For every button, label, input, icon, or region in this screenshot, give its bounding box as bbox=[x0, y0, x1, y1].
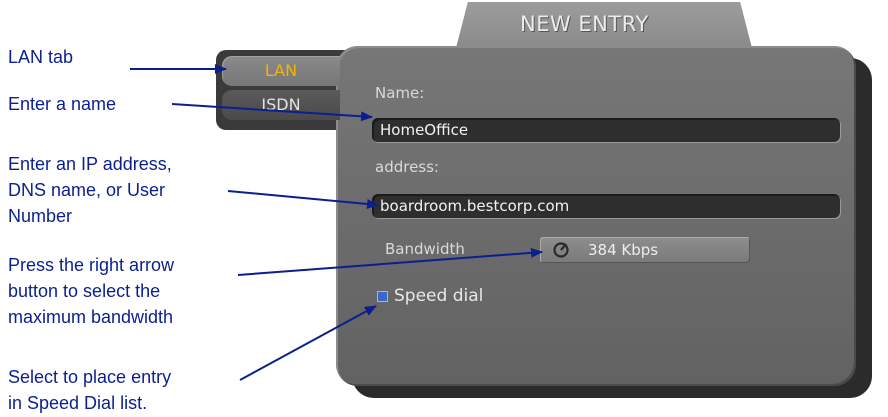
name-label: Name: bbox=[375, 84, 425, 102]
dialog-title: NEW ENTRY bbox=[520, 12, 649, 36]
callout-enter-name: Enter a name bbox=[8, 94, 117, 114]
speed-dial-label: Speed dial bbox=[394, 286, 484, 306]
dial-icon bbox=[553, 242, 569, 258]
callout-bw-line3: maximum bandwidth bbox=[8, 307, 174, 327]
address-label: address: bbox=[375, 158, 439, 176]
address-field[interactable]: boardroom.bestcorp.com bbox=[372, 194, 840, 218]
callout-bw-line2: button to select the bbox=[8, 281, 161, 301]
speed-dial-checkbox[interactable] bbox=[377, 291, 388, 302]
callout-ip-line3: Number bbox=[8, 206, 73, 226]
tab-isdn[interactable]: ISDN bbox=[222, 90, 340, 120]
bandwidth-label: Bandwidth bbox=[385, 240, 465, 258]
callout-speed-line2: in Speed Dial list. bbox=[8, 393, 148, 413]
callout-ip-line1: Enter an IP address, bbox=[8, 154, 172, 174]
callout-speed-line1: Select to place entry bbox=[8, 367, 172, 387]
callout-ip-line2: DNS name, or User bbox=[8, 180, 166, 200]
bandwidth-selector[interactable]: 384 Kbps bbox=[540, 237, 750, 263]
callout-lan-tab: LAN tab bbox=[8, 47, 74, 67]
bandwidth-value: 384 Kbps bbox=[588, 241, 659, 259]
tab-lan[interactable]: LAN bbox=[222, 56, 340, 86]
callout-bw-line1: Press the right arrow bbox=[8, 255, 175, 275]
name-field[interactable]: HomeOffice bbox=[372, 118, 840, 142]
